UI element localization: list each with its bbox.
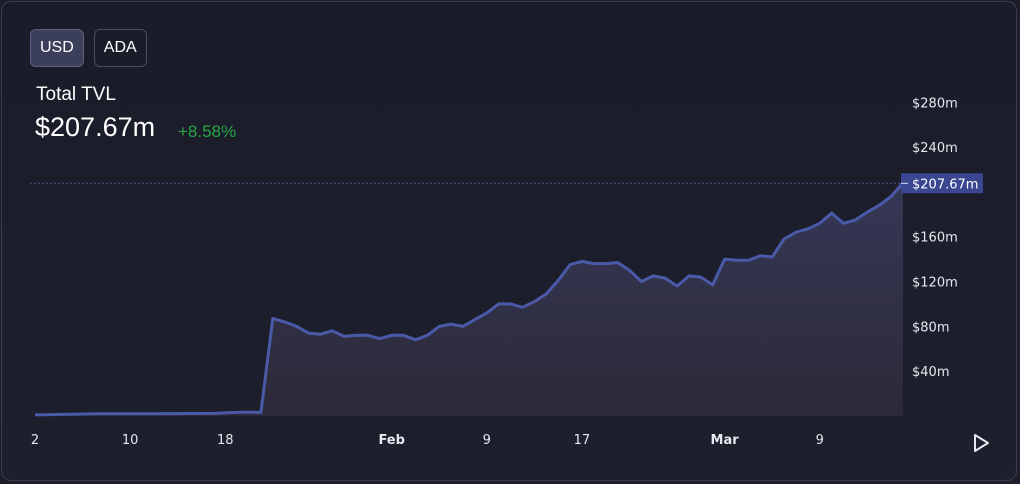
x-tick-label: 10	[122, 433, 139, 448]
x-tick-label: 2	[31, 433, 39, 448]
x-tick-label: Feb	[378, 433, 404, 448]
y-tick-label: $80m	[912, 320, 949, 335]
tvl-card: USD ADA Total TVL $207.67m +8.58% $40m $8…	[1, 1, 1017, 481]
area-fill	[35, 182, 903, 416]
y-tick-label: $280m	[912, 96, 958, 111]
play-button[interactable]	[970, 432, 992, 454]
y-tick-label: $40m	[912, 365, 949, 380]
x-tick-label: 9	[816, 433, 824, 448]
x-tick-label: 18	[217, 433, 234, 448]
x-tick-label: 17	[574, 433, 591, 448]
x-tick-label: Mar	[711, 433, 740, 448]
x-tick-label: 9	[483, 433, 491, 448]
play-icon	[974, 434, 989, 452]
y-tick-label: $120m	[912, 276, 958, 291]
current-value-label: $207.67m	[912, 177, 978, 192]
tvl-area-chart: $40m $80m $120m $160m $240m $280m 2 10 18 Feb 9 17…	[30, 96, 983, 448]
y-tick-label: $160m	[912, 231, 958, 246]
y-tick-label: $240m	[912, 141, 958, 156]
